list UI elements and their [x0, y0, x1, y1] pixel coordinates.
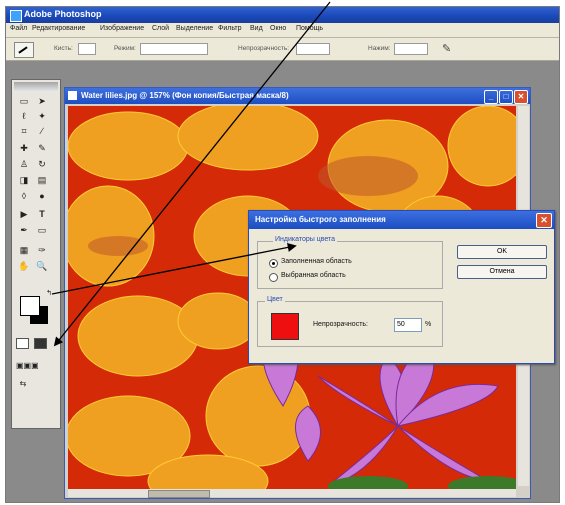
history-brush-icon[interactable]: ↻ — [35, 158, 49, 170]
cancel-button[interactable]: Отмена — [457, 265, 547, 279]
minimize-button[interactable]: _ — [484, 90, 498, 104]
menu-select[interactable]: Выделение — [176, 25, 213, 32]
flow-field[interactable] — [394, 43, 428, 55]
dialog-close-button[interactable]: ✕ — [536, 213, 552, 228]
menu-layer[interactable]: Слой — [152, 25, 169, 32]
brush-preset-icon[interactable] — [14, 42, 34, 58]
horizontal-scroll-thumb[interactable] — [148, 490, 210, 498]
healing-brush-icon[interactable]: ✚ — [17, 142, 31, 154]
eraser-tool-icon[interactable]: ◨ — [17, 174, 31, 186]
close-button[interactable]: ✕ — [514, 90, 528, 104]
brush-size-field[interactable] — [78, 43, 96, 55]
masked-areas-radio[interactable] — [269, 259, 278, 268]
mask-color-swatch[interactable] — [271, 313, 299, 340]
opacity-field[interactable] — [296, 43, 330, 55]
notes-tool-icon[interactable]: ▦ — [17, 244, 31, 256]
mode-select[interactable] — [140, 43, 208, 55]
mode-label: Режим: — [114, 45, 136, 52]
shape-tool-icon[interactable]: ▭ — [35, 224, 49, 236]
quick-mask-options-dialog: Настройка быстрого заполнения ✕ Индикато… — [248, 210, 555, 364]
dialog-title: Настройка быстрого заполнения — [255, 215, 386, 224]
brush-label: Кисть: — [54, 45, 73, 52]
photoshop-app-icon — [10, 10, 22, 22]
app-titlebar: Adobe Photoshop — [6, 7, 559, 23]
gradient-tool-icon[interactable]: ▤ — [35, 174, 49, 186]
airbrush-icon[interactable]: ✎ — [442, 42, 451, 55]
pen-tool-icon[interactable]: ✒ — [17, 224, 31, 236]
screen-mode-icon[interactable]: ▣▣▣ — [16, 360, 39, 372]
swap-colors-icon[interactable]: ↰ — [42, 288, 56, 300]
menu-bar: Файл Редактирование Изображение Слой Выд… — [6, 23, 559, 38]
mask-opacity-input[interactable]: 50 — [394, 318, 422, 332]
opacity-label: Непрозрачность: — [238, 45, 290, 52]
app-title: Adobe Photoshop — [24, 9, 102, 19]
selected-areas-label: Выбранная область — [281, 272, 346, 279]
menu-help[interactable]: Помощь — [296, 25, 323, 32]
jump-to-imageready-icon[interactable]: ⇆ — [16, 378, 30, 390]
flow-label: Нажим: — [368, 45, 391, 52]
dodge-tool-icon[interactable]: ● — [35, 190, 49, 202]
standard-mode-icon[interactable] — [16, 338, 29, 349]
path-select-icon[interactable]: ▶ — [17, 208, 31, 220]
selected-areas-radio[interactable] — [269, 273, 278, 282]
mask-opacity-label: Непрозрачность: — [313, 321, 368, 328]
foreground-color-swatch[interactable] — [20, 296, 40, 316]
menu-file[interactable]: Файл — [10, 25, 27, 32]
type-tool-icon[interactable]: T — [35, 208, 49, 220]
percent-sign: % — [425, 321, 432, 328]
masked-areas-label: Заполненная область — [281, 258, 352, 265]
color-indicates-group — [257, 241, 443, 289]
color-indicates-label: Индикаторы цвета — [273, 236, 338, 243]
clone-stamp-icon[interactable]: ♙ — [17, 158, 31, 170]
toolbox-panel: ▭ ➤ ℓ ✦ ⌗ ∕ ✚ ✎ ♙ ↻ ◨ ▤ ◊ ● ▶ T ✒ ▭ ▦ ✑ … — [11, 79, 61, 429]
marquee-tool-icon[interactable]: ▭ — [17, 95, 31, 107]
maximize-button[interactable]: □ — [499, 90, 513, 104]
ok-button[interactable]: OK — [457, 245, 547, 259]
dialog-titlebar: Настройка быстрого заполнения ✕ — [249, 211, 554, 229]
brush-tool-icon[interactable]: ✎ — [35, 142, 49, 154]
eyedropper-icon[interactable]: ✑ — [35, 244, 49, 256]
move-tool-icon[interactable]: ➤ — [35, 95, 49, 107]
menu-image[interactable]: Изображение — [100, 25, 144, 32]
hand-tool-icon[interactable]: ✋ — [17, 260, 31, 272]
horizontal-scrollbar[interactable] — [68, 489, 516, 498]
quick-mask-mode-icon[interactable] — [34, 338, 47, 349]
document-titlebar: Water lilies.jpg @ 157% (Фон копия/Быстр… — [65, 88, 530, 104]
magic-wand-icon[interactable]: ✦ — [35, 110, 49, 122]
options-bar: Кисть: Режим: Непрозрачность: Нажим: ✎ — [6, 38, 559, 61]
menu-window[interactable]: Окно — [270, 25, 286, 32]
menu-filter[interactable]: Фильтр — [218, 25, 242, 32]
toolbox-header — [14, 82, 58, 92]
document-icon — [68, 91, 77, 100]
blur-tool-icon[interactable]: ◊ — [17, 190, 31, 202]
document-title: Water lilies.jpg @ 157% (Фон копия/Быстр… — [81, 91, 289, 100]
menu-view[interactable]: Вид — [250, 25, 263, 32]
slice-tool-icon[interactable]: ∕ — [35, 125, 49, 137]
crop-tool-icon[interactable]: ⌗ — [17, 125, 31, 137]
lasso-tool-icon[interactable]: ℓ — [17, 110, 31, 122]
zoom-tool-icon[interactable]: 🔍 — [35, 260, 49, 272]
color-group-label: Цвет — [265, 296, 285, 303]
menu-edit[interactable]: Редактирование — [32, 25, 85, 32]
